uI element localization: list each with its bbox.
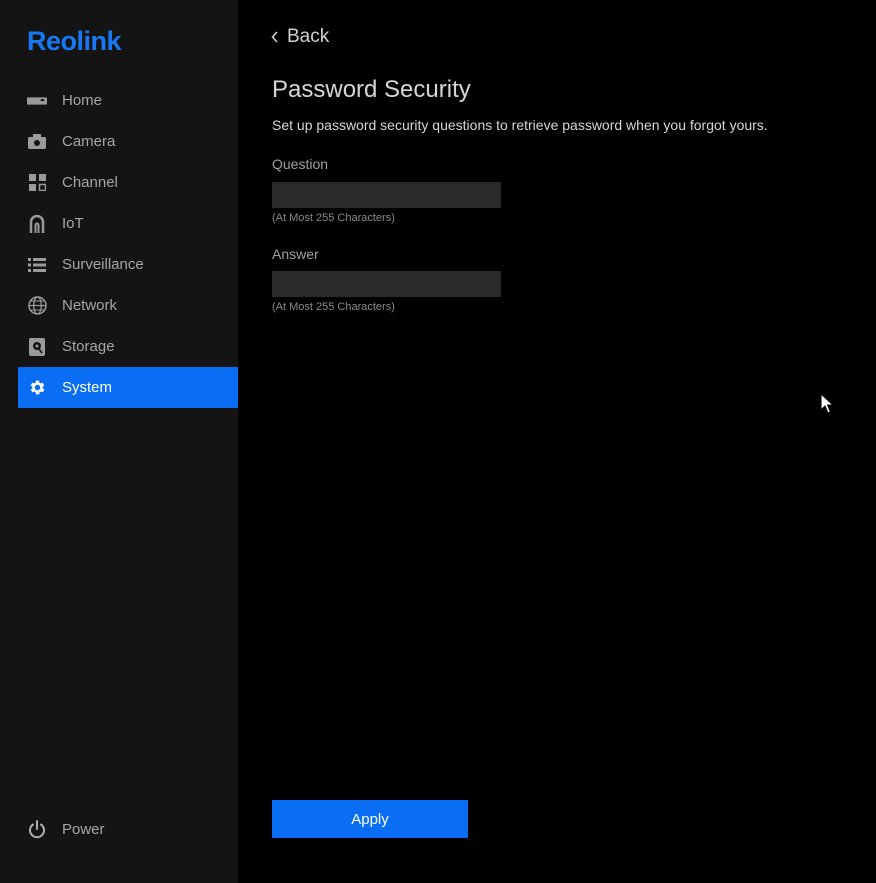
gear-icon [27, 378, 47, 398]
back-button[interactable]: Back [271, 26, 329, 48]
sidebar-item-label: Camera [62, 133, 116, 150]
home-device-icon [27, 91, 47, 111]
sidebar-item-label: System [62, 379, 113, 396]
sidebar-item-label: Storage [62, 338, 115, 355]
sidebar-item-label: Surveillance [62, 256, 144, 273]
sidebar-item-iot[interactable]: IoT [18, 203, 238, 244]
sidebar-item-network[interactable]: Network [18, 285, 238, 326]
answer-input[interactable] [272, 271, 501, 297]
sidebar-nav: Home Camera Channel IoT Surveillance Net… [18, 80, 238, 408]
power-button[interactable]: Power [18, 809, 238, 850]
sidebar-item-label: IoT [62, 215, 84, 232]
sidebar-item-storage[interactable]: Storage [18, 326, 238, 367]
sidebar-item-channel[interactable]: Channel [18, 162, 238, 203]
reolink-logo: Reolink [27, 26, 122, 56]
page-description: Set up password security questions to re… [272, 117, 768, 133]
question-label: Question [272, 156, 329, 172]
channel-grid-icon [27, 173, 47, 193]
camera-icon [27, 132, 47, 152]
sidebar-item-label: Network [62, 297, 118, 314]
chevron-left-icon [271, 31, 279, 43]
storage-icon [27, 337, 47, 357]
apply-button[interactable]: Apply [272, 800, 468, 838]
back-label: Back [287, 26, 330, 47]
page-title: Password Security [272, 76, 471, 103]
list-icon [27, 255, 47, 275]
power-icon [27, 820, 47, 840]
main-content: Back Password Security Set up password s… [238, 0, 876, 883]
sidebar: Reolink Home Camera Channel IoT Surveill… [0, 0, 238, 883]
iot-icon [27, 214, 47, 234]
answer-hint: (At Most 255 Characters) [272, 301, 395, 313]
mouse-cursor-icon [820, 392, 835, 420]
sidebar-item-system[interactable]: System [18, 367, 238, 408]
sidebar-item-label: Home [62, 92, 103, 109]
sidebar-item-camera[interactable]: Camera [18, 121, 238, 162]
app-window: Reolink Home Camera Channel IoT Surveill… [0, 0, 876, 883]
answer-label: Answer [272, 246, 319, 262]
sidebar-item-label: Channel [62, 174, 118, 191]
power-label: Power [62, 821, 105, 838]
globe-icon [27, 296, 47, 316]
sidebar-item-home[interactable]: Home [18, 80, 238, 121]
sidebar-item-surveillance[interactable]: Surveillance [18, 244, 238, 285]
question-hint: (At Most 255 Characters) [272, 212, 395, 224]
question-input[interactable] [272, 182, 501, 208]
